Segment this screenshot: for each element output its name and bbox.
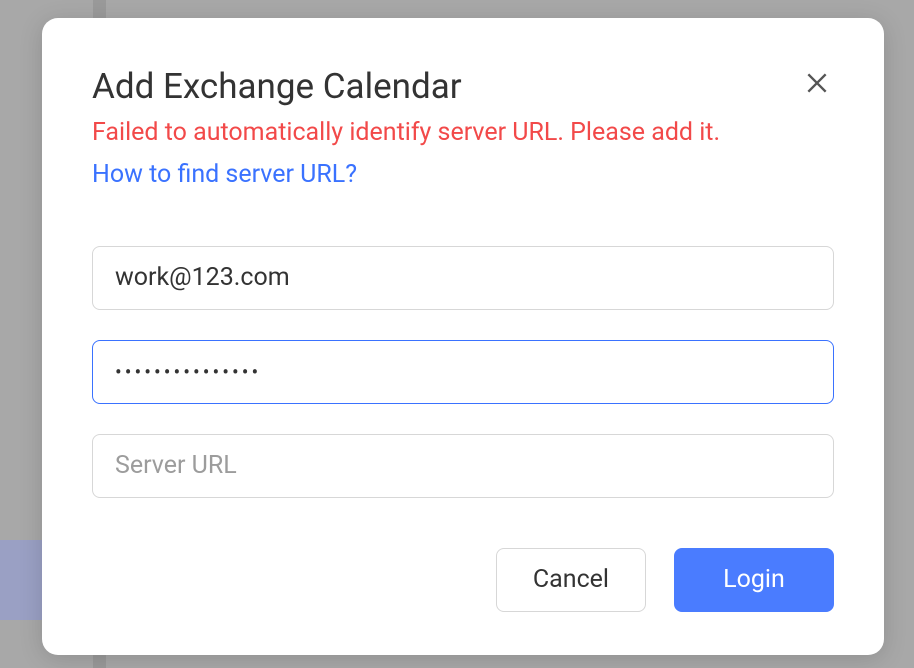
exchange-form: Cancel Login — [92, 246, 834, 612]
server-url-field[interactable] — [92, 434, 834, 498]
email-field[interactable] — [92, 246, 834, 310]
modal-title: Add Exchange Calendar — [92, 66, 462, 108]
modal-header: Add Exchange Calendar — [92, 66, 834, 108]
add-exchange-calendar-modal: Add Exchange Calendar Failed to automati… — [42, 18, 884, 655]
help-link[interactable]: How to find server URL? — [92, 158, 357, 192]
button-row: Cancel Login — [92, 548, 834, 612]
close-icon — [804, 70, 830, 99]
error-message: Failed to automatically identify server … — [92, 116, 834, 150]
login-button[interactable]: Login — [674, 548, 834, 612]
password-field[interactable] — [92, 340, 834, 404]
cancel-button[interactable]: Cancel — [496, 548, 646, 612]
close-button[interactable] — [800, 66, 834, 103]
